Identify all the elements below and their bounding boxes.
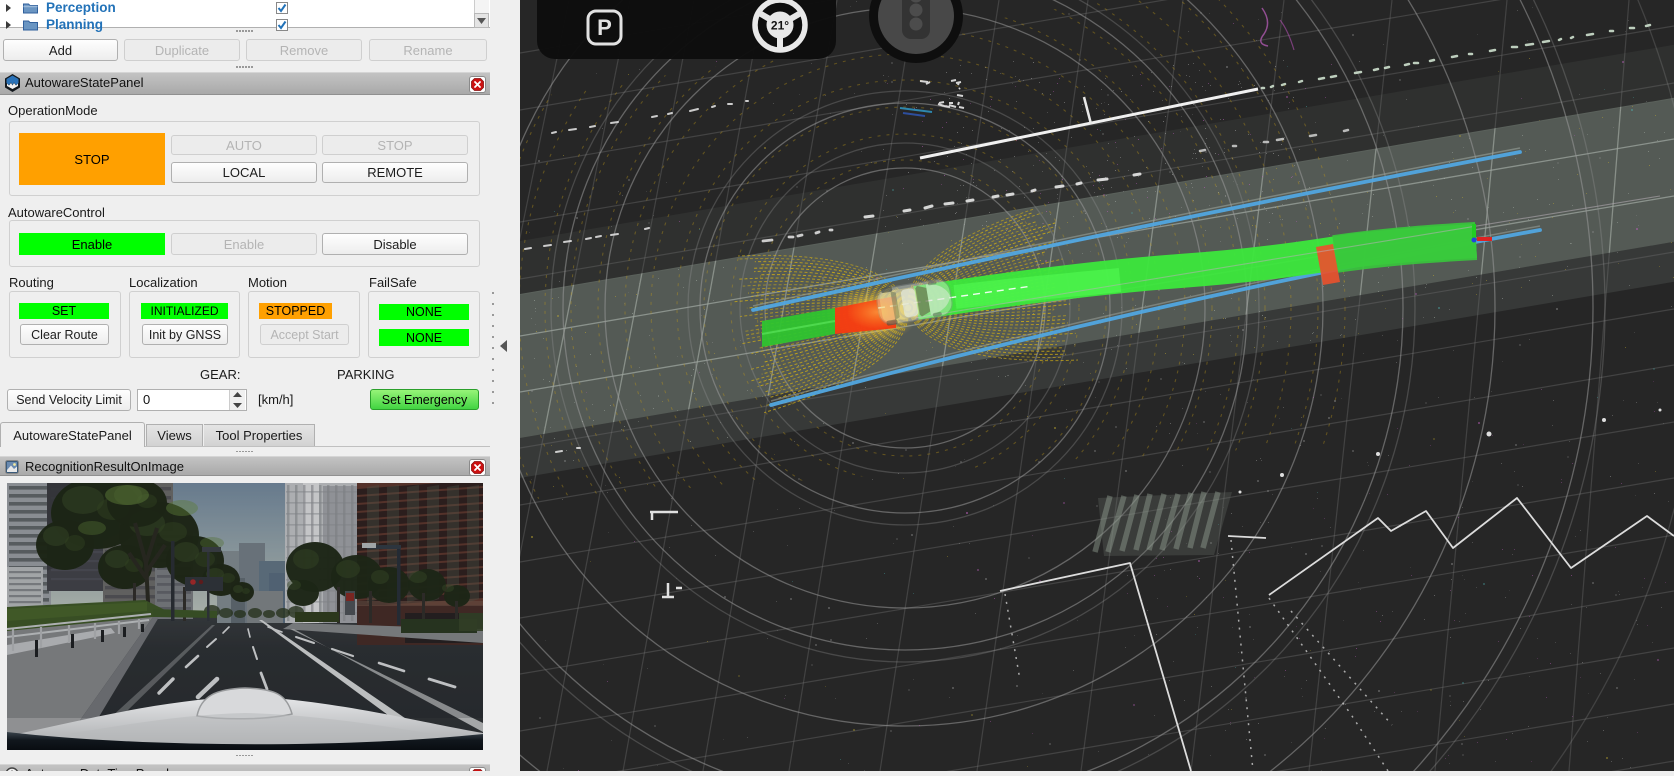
svg-text:21°: 21° xyxy=(771,19,789,33)
svg-text:P: P xyxy=(597,15,612,40)
